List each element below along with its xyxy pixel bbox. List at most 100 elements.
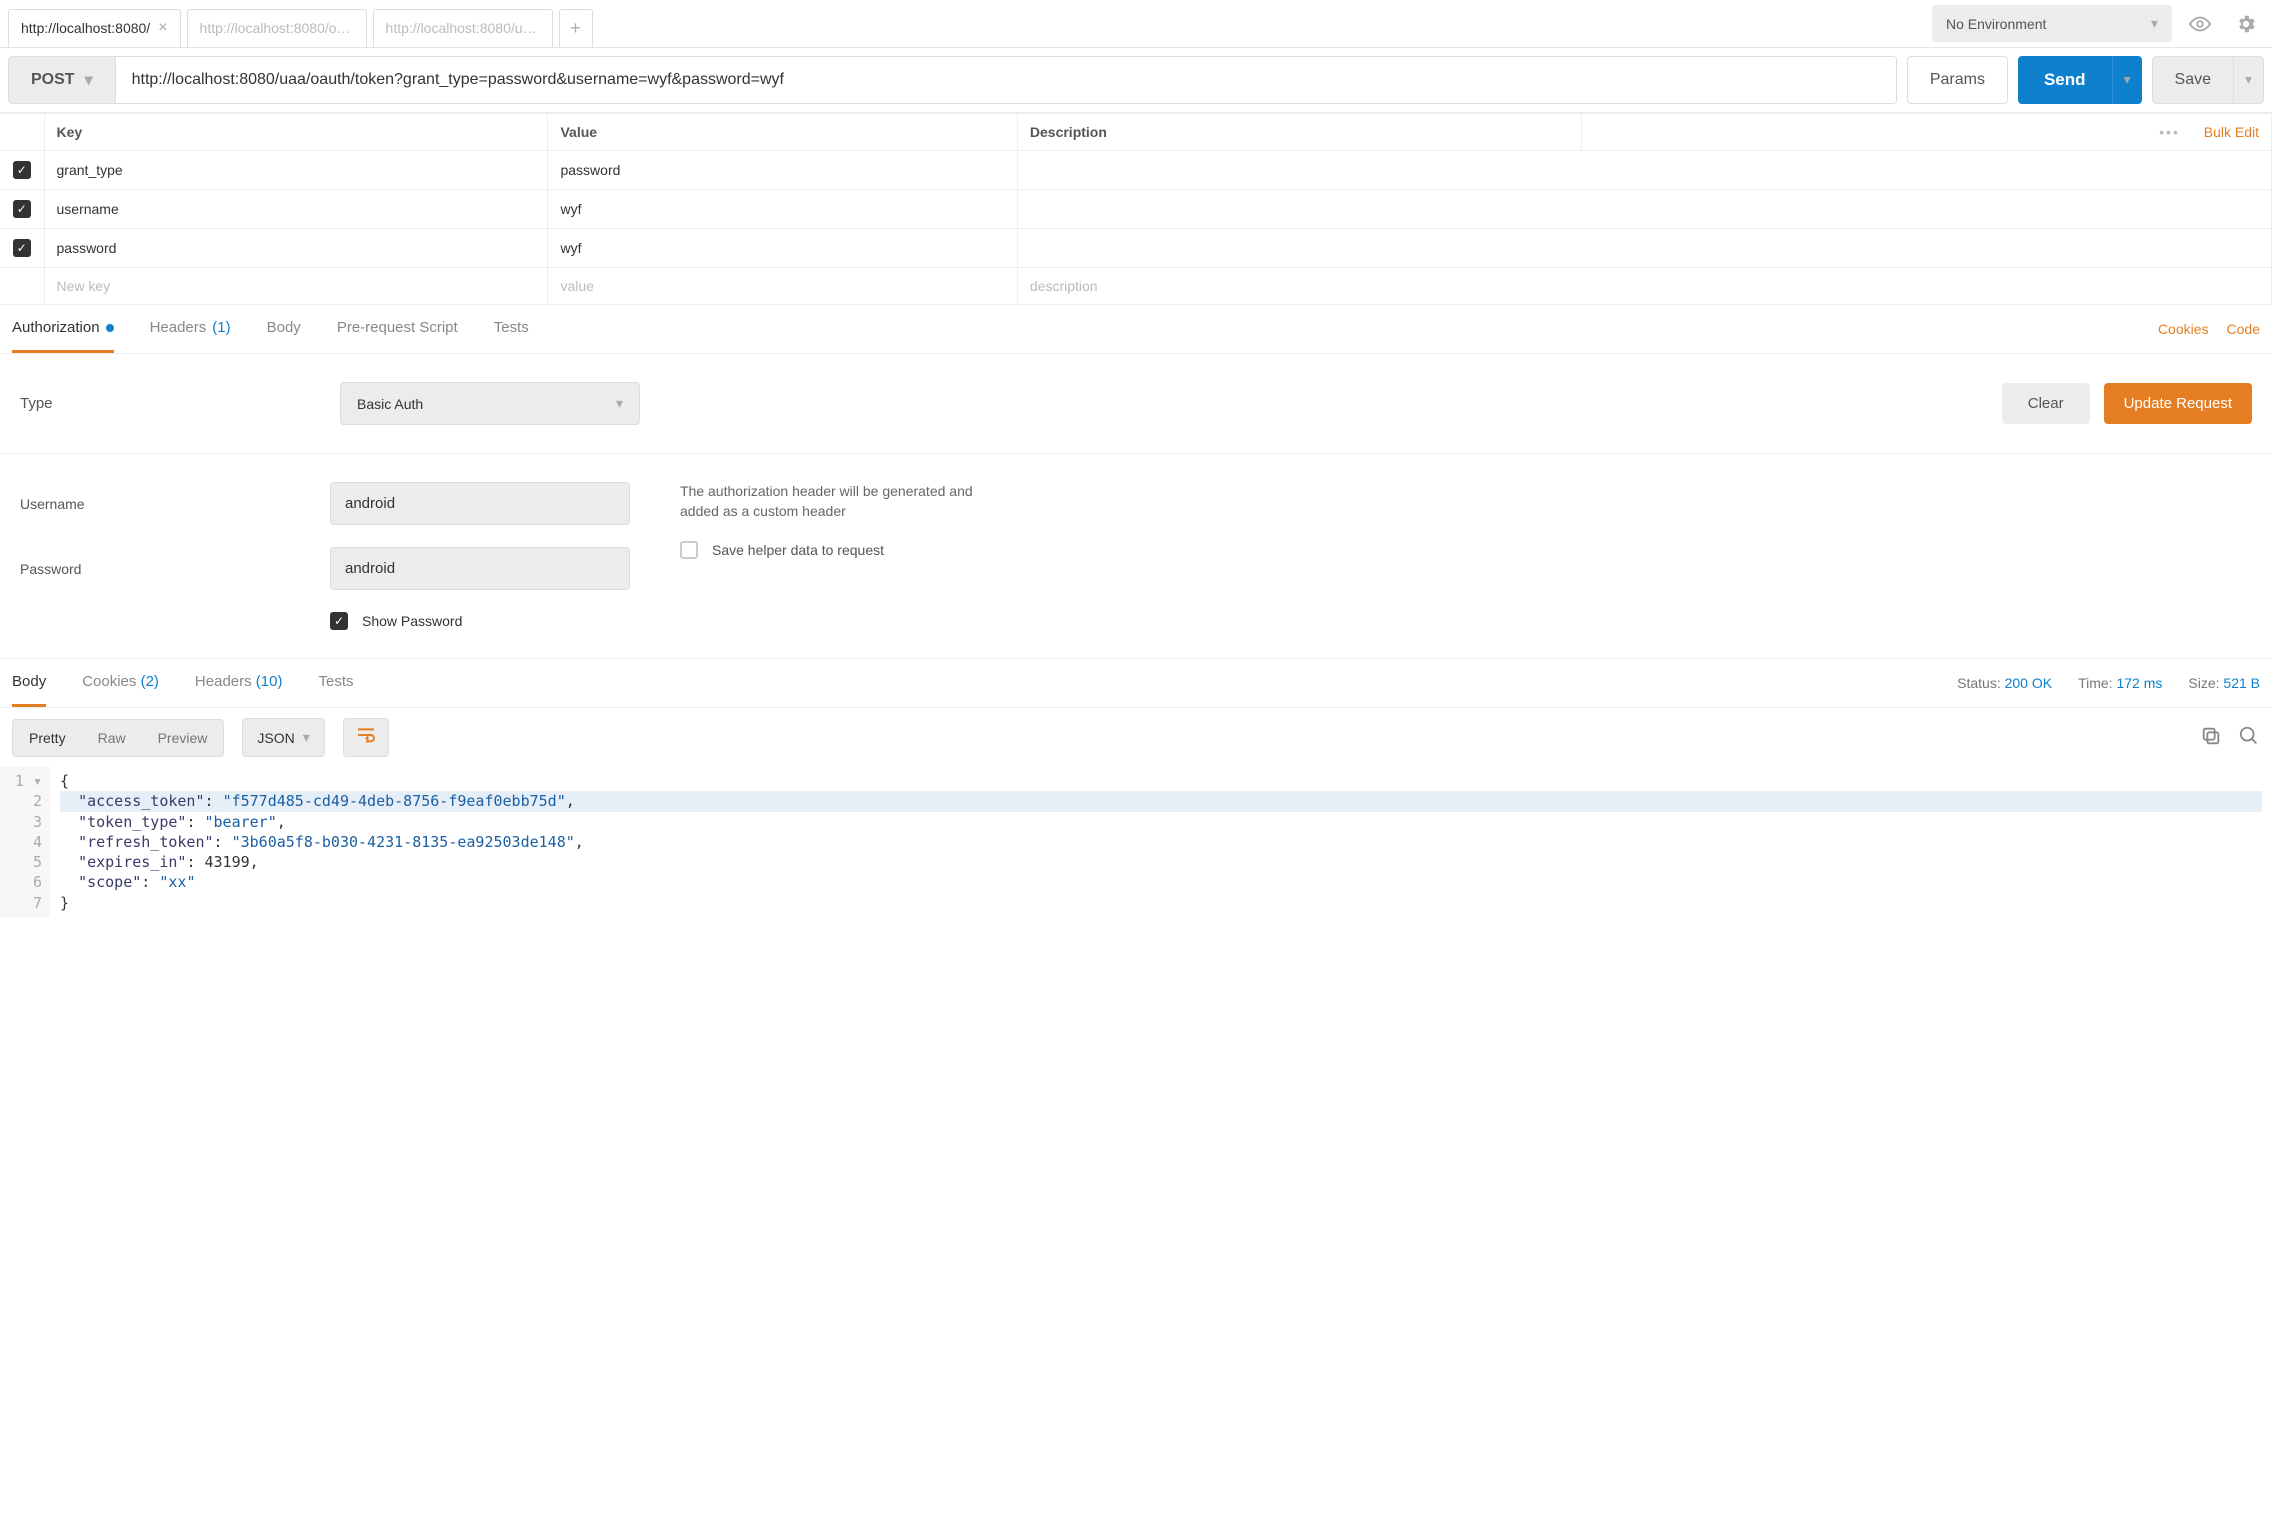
new-key[interactable]: New key <box>44 268 548 305</box>
view-preview[interactable]: Preview <box>142 720 224 756</box>
new-desc[interactable]: description <box>1017 268 2271 305</box>
checkbox-icon[interactable]: ✓ <box>13 161 31 179</box>
environment-label: No Environment <box>1946 16 2046 32</box>
chevron-down-icon <box>303 729 310 746</box>
col-key: Key <box>44 114 548 151</box>
request-bar: POST Params Send Save <box>0 48 2272 113</box>
size-value: 521 B <box>2223 675 2260 691</box>
request-right-links: Cookies Code <box>2158 321 2260 337</box>
method-label: POST <box>31 71 75 89</box>
param-key[interactable]: grant_type <box>44 151 548 190</box>
send-dropdown[interactable] <box>2112 56 2142 104</box>
password-input[interactable] <box>330 547 630 590</box>
save-helper-row[interactable]: Save helper data to request <box>680 541 980 559</box>
tab-headers[interactable]: Headers(1) <box>150 305 231 353</box>
resp-tab-body[interactable]: Body <box>12 659 46 707</box>
tab-prerequest[interactable]: Pre-request Script <box>337 305 458 353</box>
username-input[interactable] <box>330 482 630 525</box>
gear-icon[interactable] <box>2228 6 2264 42</box>
save-group: Save <box>2152 56 2264 104</box>
save-helper-label: Save helper data to request <box>712 542 884 558</box>
params-header-row: Key Value Description ••• Bulk Edit <box>0 114 2272 151</box>
auth-helper-text: The authorization header will be generat… <box>680 482 980 521</box>
clear-button[interactable]: Clear <box>2002 383 2090 424</box>
param-key[interactable]: password <box>44 229 548 268</box>
params-button[interactable]: Params <box>1907 56 2008 104</box>
tab-tests[interactable]: Tests <box>494 305 529 353</box>
time-value: 172 ms <box>2116 675 2162 691</box>
table-row[interactable]: ✓ username wyf <box>0 190 2272 229</box>
status-value: 200 OK <box>2005 675 2052 691</box>
close-icon[interactable]: × <box>158 19 167 37</box>
copy-icon[interactable] <box>2200 725 2222 750</box>
param-value[interactable]: wyf <box>548 229 1017 268</box>
more-icon[interactable]: ••• <box>2159 124 2180 140</box>
save-helper-checkbox[interactable] <box>680 541 698 559</box>
request-tab-2[interactable]: http://localhost:8080/uaa/u <box>373 9 553 47</box>
param-desc[interactable] <box>1017 190 2271 229</box>
url-input[interactable] <box>116 56 1897 104</box>
auth-type-row: Type Basic Auth Clear Update Request <box>0 354 2272 454</box>
new-param-row[interactable]: New key value description <box>0 268 2272 305</box>
eye-icon[interactable] <box>2182 6 2218 42</box>
response-action-icons <box>2200 725 2260 750</box>
search-icon[interactable] <box>2238 725 2260 750</box>
response-meta: Status: 200 OK Time: 172 ms Size: 521 B <box>1957 675 2260 691</box>
view-mode-group: Pretty Raw Preview <box>12 719 224 757</box>
save-dropdown[interactable] <box>2234 56 2264 104</box>
chevron-down-icon <box>85 70 93 90</box>
resp-tab-tests[interactable]: Tests <box>318 659 353 707</box>
auth-type-select[interactable]: Basic Auth <box>340 382 640 425</box>
tab-label: http://localhost:8080/uaa/u <box>386 20 540 36</box>
auth-body: Username Password ✓ Show Password The au… <box>0 454 2272 659</box>
new-value[interactable]: value <box>548 268 1017 305</box>
table-row[interactable]: ✓ password wyf <box>0 229 2272 268</box>
show-password-checkbox[interactable]: ✓ <box>330 612 348 630</box>
resp-tab-headers[interactable]: Headers (10) <box>195 659 283 707</box>
send-button[interactable]: Send <box>2018 56 2112 104</box>
top-bar: http://localhost:8080/ × http://localhos… <box>0 0 2272 48</box>
param-value[interactable]: wyf <box>548 190 1017 229</box>
tab-body[interactable]: Body <box>267 305 301 353</box>
col-value: Value <box>548 114 1017 151</box>
param-desc[interactable] <box>1017 229 2271 268</box>
chevron-down-icon <box>616 395 623 412</box>
wrap-toggle-button[interactable] <box>343 718 389 757</box>
auth-type-label: Type <box>20 395 300 412</box>
request-section-tabs: Authorization Headers(1) Body Pre-reques… <box>0 305 2272 354</box>
view-pretty[interactable]: Pretty <box>13 720 82 756</box>
cookies-link[interactable]: Cookies <box>2158 321 2209 337</box>
table-row[interactable]: ✓ grant_type password <box>0 151 2272 190</box>
bulk-edit-link[interactable]: Bulk Edit <box>2204 124 2259 140</box>
format-select[interactable]: JSON <box>242 718 324 757</box>
params-table: Key Value Description ••• Bulk Edit ✓ gr… <box>0 113 2272 305</box>
tab-label: http://localhost:8080/ <box>21 20 150 36</box>
resp-tab-cookies[interactable]: Cookies (2) <box>82 659 159 707</box>
request-tab-1[interactable]: http://localhost:8080/order/ <box>187 9 367 47</box>
line-gutter: 1 ▾234567 <box>0 767 50 917</box>
response-tabs-row: Body Cookies (2) Headers (10) Tests Stat… <box>0 659 2272 708</box>
show-password-label: Show Password <box>362 613 462 629</box>
update-request-button[interactable]: Update Request <box>2104 383 2252 424</box>
tab-authorization[interactable]: Authorization <box>12 305 114 353</box>
save-button[interactable]: Save <box>2152 56 2234 104</box>
request-tabs: http://localhost:8080/ × http://localhos… <box>8 1 1932 47</box>
view-raw[interactable]: Raw <box>82 720 142 756</box>
params-actions: ••• Bulk Edit <box>1581 114 2271 151</box>
environment-controls: No Environment <box>1932 5 2264 42</box>
method-select[interactable]: POST <box>8 56 116 104</box>
code-link[interactable]: Code <box>2227 321 2260 337</box>
password-label: Password <box>20 561 290 577</box>
modified-dot-icon <box>106 324 114 332</box>
request-tab-0[interactable]: http://localhost:8080/ × <box>8 9 181 47</box>
response-body-viewer[interactable]: 1 ▾234567 { "access_token": "f577d485-cd… <box>0 767 2272 917</box>
param-value[interactable]: password <box>548 151 1017 190</box>
param-key[interactable]: username <box>44 190 548 229</box>
environment-select[interactable]: No Environment <box>1932 5 2172 42</box>
send-group: Send <box>2018 56 2142 104</box>
checkbox-icon[interactable]: ✓ <box>13 200 31 218</box>
checkbox-icon[interactable]: ✓ <box>13 239 31 257</box>
add-tab-button[interactable]: + <box>559 9 593 47</box>
param-desc[interactable] <box>1017 151 2271 190</box>
auth-form: Username Password ✓ Show Password <box>20 482 630 630</box>
